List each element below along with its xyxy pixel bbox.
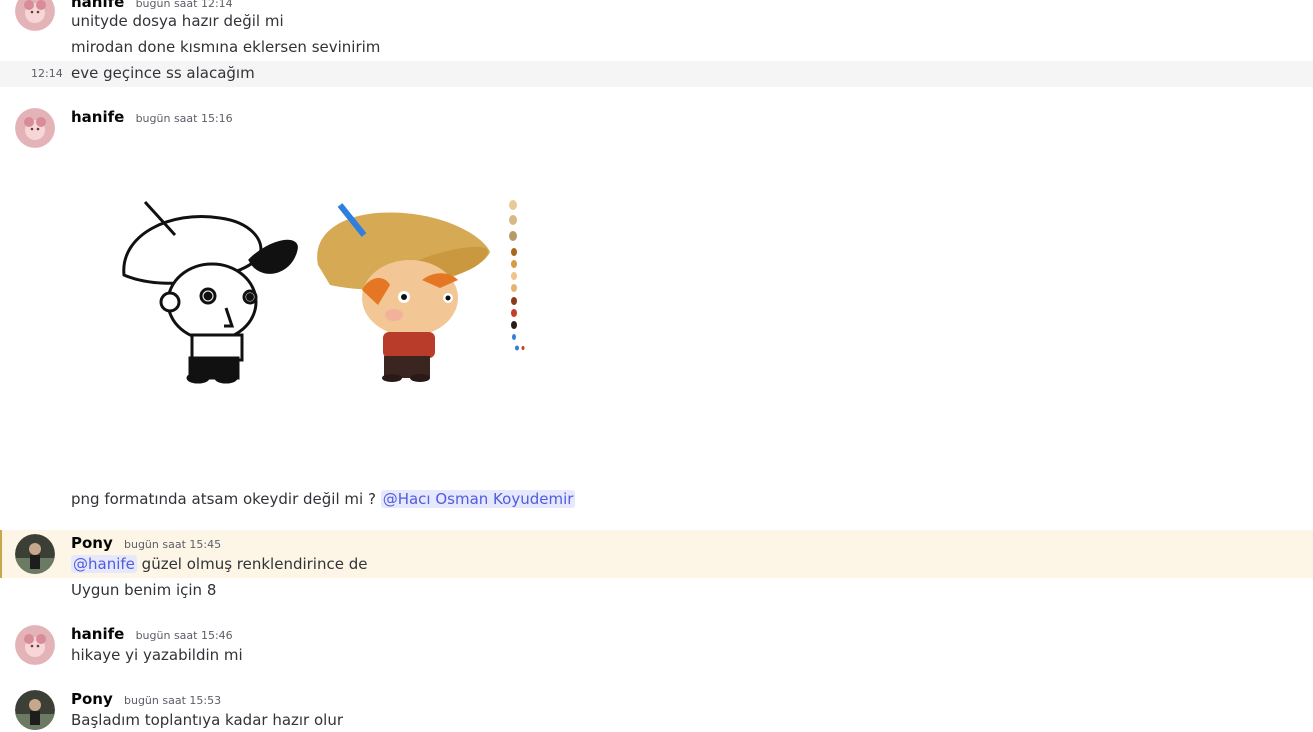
image-attachment[interactable] <box>100 180 540 400</box>
lineart-character <box>122 200 298 384</box>
message-timestamp: bugün saat 15:46 <box>135 629 233 642</box>
message-text-line: png formatında atsam okeydir değil mi ? … <box>71 488 576 510</box>
mention-chip[interactable]: @Hacı Osman Koyudemir <box>380 490 576 508</box>
message-text-line: @hanife güzel olmuş renklendirince de <box>71 553 367 575</box>
message-text: unityde dosya hazır değil mi <box>71 12 284 30</box>
avatar-hanife[interactable] <box>15 0 55 31</box>
avatar-hanife[interactable] <box>15 108 55 148</box>
message-text: eve geçince ss alacağım <box>71 64 255 82</box>
avatar-pony[interactable] <box>15 534 55 574</box>
color-palette <box>509 200 525 351</box>
avatar-pony[interactable] <box>15 690 55 730</box>
colored-character <box>317 203 490 382</box>
message-author[interactable]: Pony bugün saat 15:53 <box>71 689 221 711</box>
message-text: mirodan done kısmına eklersen sevinirim <box>71 38 381 56</box>
message-timestamp: bugün saat 15:16 <box>135 112 233 125</box>
message-author[interactable]: hanife bugün saat 15:16 <box>71 107 233 129</box>
message-text: güzel olmuş renklendirince de <box>141 555 368 573</box>
message-text: Başladım toplantıya kadar hazır olur <box>71 711 344 729</box>
author-name[interactable]: hanife <box>71 108 124 126</box>
message-author[interactable]: Pony bugün saat 15:45 <box>71 533 221 555</box>
message-timestamp: bugün saat 15:53 <box>124 694 222 707</box>
message-side-timestamp: 12:14 <box>31 67 63 80</box>
message-text: Uygun benim için 8 <box>71 581 217 599</box>
mention-chip[interactable]: @hanife <box>71 555 137 573</box>
avatar-hanife[interactable] <box>15 625 55 665</box>
message-text: hikaye yi yazabildin mi <box>71 646 243 664</box>
message-timestamp: bugün saat 12:14 <box>135 0 233 10</box>
author-name[interactable]: Pony <box>71 534 113 552</box>
author-name[interactable]: hanife <box>71 625 124 643</box>
message-text: png formatında atsam okeydir değil mi ? <box>71 490 376 508</box>
message-author[interactable]: hanife bugün saat 15:46 <box>71 624 233 646</box>
message-timestamp: bugün saat 15:45 <box>124 538 222 551</box>
author-name[interactable]: Pony <box>71 690 113 708</box>
